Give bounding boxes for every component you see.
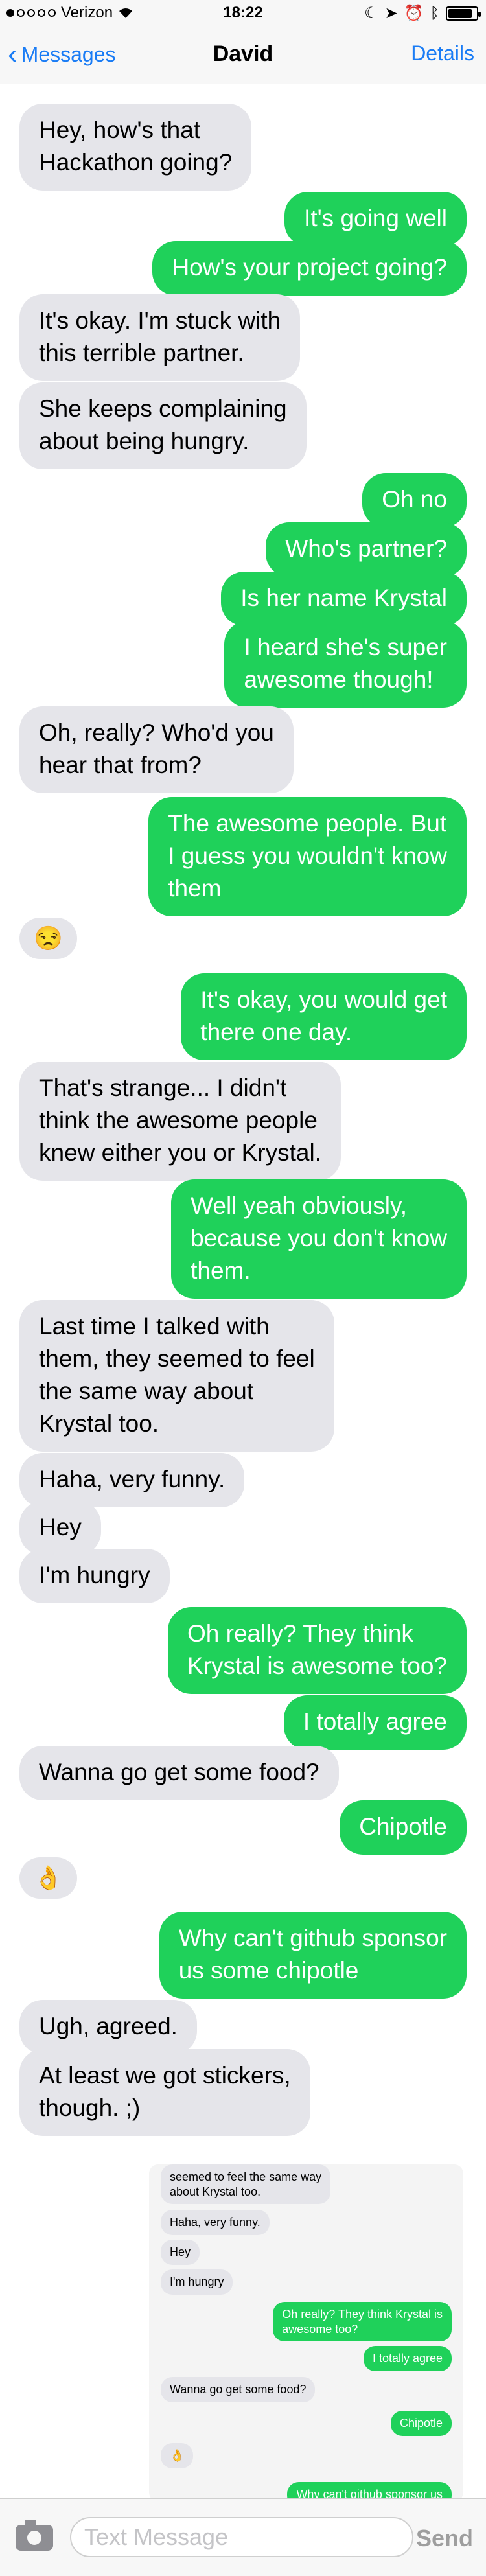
message-bubble[interactable]: I totally agree	[283, 1695, 467, 1750]
emoji-message[interactable]: 😒	[19, 918, 77, 959]
message-input[interactable]	[70, 2517, 413, 2557]
message-thread[interactable]: Hey, how's that Hackathon going? It's go…	[0, 84, 486, 2498]
message-bubble[interactable]: At least we got stickers, though. ;)	[19, 2049, 310, 2136]
do-not-disturb-icon: ☾	[364, 5, 378, 22]
nav-bar: ‹ Messages David Details	[0, 26, 486, 84]
attachment-message: seemed to feel the same way about Krysta…	[161, 2164, 331, 2204]
message-bubble[interactable]: Last time I talked with them, they seeme…	[19, 1300, 334, 1452]
compose-bar: Send	[0, 2498, 486, 2576]
message-bubble[interactable]: Ugh, agreed.	[19, 2000, 197, 2054]
alarm-icon: ⏰	[404, 5, 424, 22]
message-bubble[interactable]: The awesome people. But I guess you woul…	[148, 797, 467, 916]
status-right: ☾ ➤ ⏰ ᛒ	[364, 4, 481, 23]
message-bubble[interactable]: Oh really? They think Krystal is awesome…	[167, 1607, 467, 1694]
message-bubble[interactable]: That's strange... I didn't think the awe…	[19, 1062, 341, 1181]
attachment-message: I totally agree	[363, 2346, 452, 2371]
battery-icon	[446, 6, 481, 21]
message-bubble[interactable]: Oh no	[362, 473, 467, 528]
message-bubble[interactable]: I heard she's super awesome though!	[224, 621, 467, 708]
message-bubble[interactable]: Oh, really? Who'd you hear that from?	[19, 706, 294, 793]
screenshot-attachment[interactable]: seemed to feel the same way about Krysta…	[149, 2164, 463, 2501]
send-button[interactable]: Send	[416, 2525, 473, 2552]
message-bubble[interactable]: How's your project going?	[152, 241, 467, 296]
message-bubble[interactable]: Wanna go get some food?	[19, 1746, 339, 1800]
message-bubble[interactable]: Well yeah obviously, because you don't k…	[171, 1179, 467, 1299]
attachment-message: Chipotle	[390, 2411, 452, 2436]
camera-icon[interactable]	[16, 2520, 53, 2551]
message-bubble[interactable]: Is her name Krystal	[221, 572, 467, 626]
attachment-message: Oh really? They think Krystal is awesome…	[273, 2302, 452, 2341]
message-bubble[interactable]: Why can't github sponsor us some chipotl…	[159, 1912, 467, 1999]
message-bubble[interactable]: Hey	[19, 1501, 101, 1555]
message-bubble[interactable]: I'm hungry	[19, 1549, 170, 1603]
battery-fill	[448, 8, 472, 18]
message-bubble[interactable]: It's okay, you would get there one day.	[181, 973, 467, 1060]
attachment-message: Wanna go get some food?	[161, 2377, 316, 2402]
attachment-message: Hey	[161, 2240, 200, 2265]
message-bubble[interactable]: Who's partner?	[266, 522, 467, 577]
message-bubble[interactable]: Hey, how's that Hackathon going?	[19, 104, 252, 191]
attachment-message: 👌	[161, 2443, 194, 2468]
location-icon: ➤	[384, 5, 398, 22]
status-bar: Verizon 18:22 ☾ ➤ ⏰ ᛒ	[0, 0, 486, 26]
attachment-message: Haha, very funny.	[161, 2210, 270, 2235]
emoji-message[interactable]: 👌	[19, 1857, 77, 1899]
message-bubble[interactable]: It's going well	[284, 192, 467, 246]
message-bubble[interactable]: Chipotle	[340, 1800, 467, 1855]
attachment-message: I'm hungry	[161, 2269, 233, 2295]
details-button[interactable]: Details	[411, 41, 474, 65]
message-bubble[interactable]: Haha, very funny.	[19, 1453, 245, 1507]
message-bubble[interactable]: It's okay. I'm stuck with this terrible …	[19, 294, 301, 381]
bluetooth-icon: ᛒ	[430, 4, 439, 22]
message-bubble[interactable]: She keeps complaining about being hungry…	[19, 382, 307, 469]
